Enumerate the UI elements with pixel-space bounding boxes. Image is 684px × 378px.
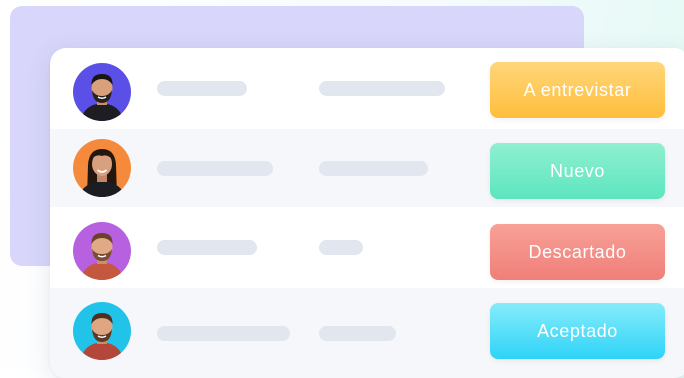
- candidate-row[interactable]: Nuevo: [50, 129, 684, 207]
- candidate-avatar: [73, 63, 131, 121]
- name-placeholder: [157, 240, 257, 255]
- status-badge[interactable]: Descartado: [490, 224, 665, 280]
- name-placeholder: [157, 326, 290, 341]
- candidate-row[interactable]: Aceptado: [50, 288, 684, 378]
- detail-placeholder: [319, 161, 428, 176]
- candidate-row[interactable]: A entrevistar: [50, 48, 684, 129]
- status-badge[interactable]: A entrevistar: [490, 62, 665, 118]
- candidate-row[interactable]: Descartado: [50, 207, 684, 288]
- status-badge[interactable]: Nuevo: [490, 143, 665, 199]
- candidate-avatar: [73, 302, 131, 360]
- detail-placeholder: [319, 81, 445, 96]
- name-placeholder: [157, 81, 247, 96]
- candidate-avatar: [73, 139, 131, 197]
- candidate-avatar: [73, 222, 131, 280]
- status-badge[interactable]: Aceptado: [490, 303, 665, 359]
- name-placeholder: [157, 161, 273, 176]
- candidate-list: A entrevistar Nuevo Descartado Aceptado: [50, 48, 684, 378]
- detail-placeholder: [319, 240, 363, 255]
- detail-placeholder: [319, 326, 396, 341]
